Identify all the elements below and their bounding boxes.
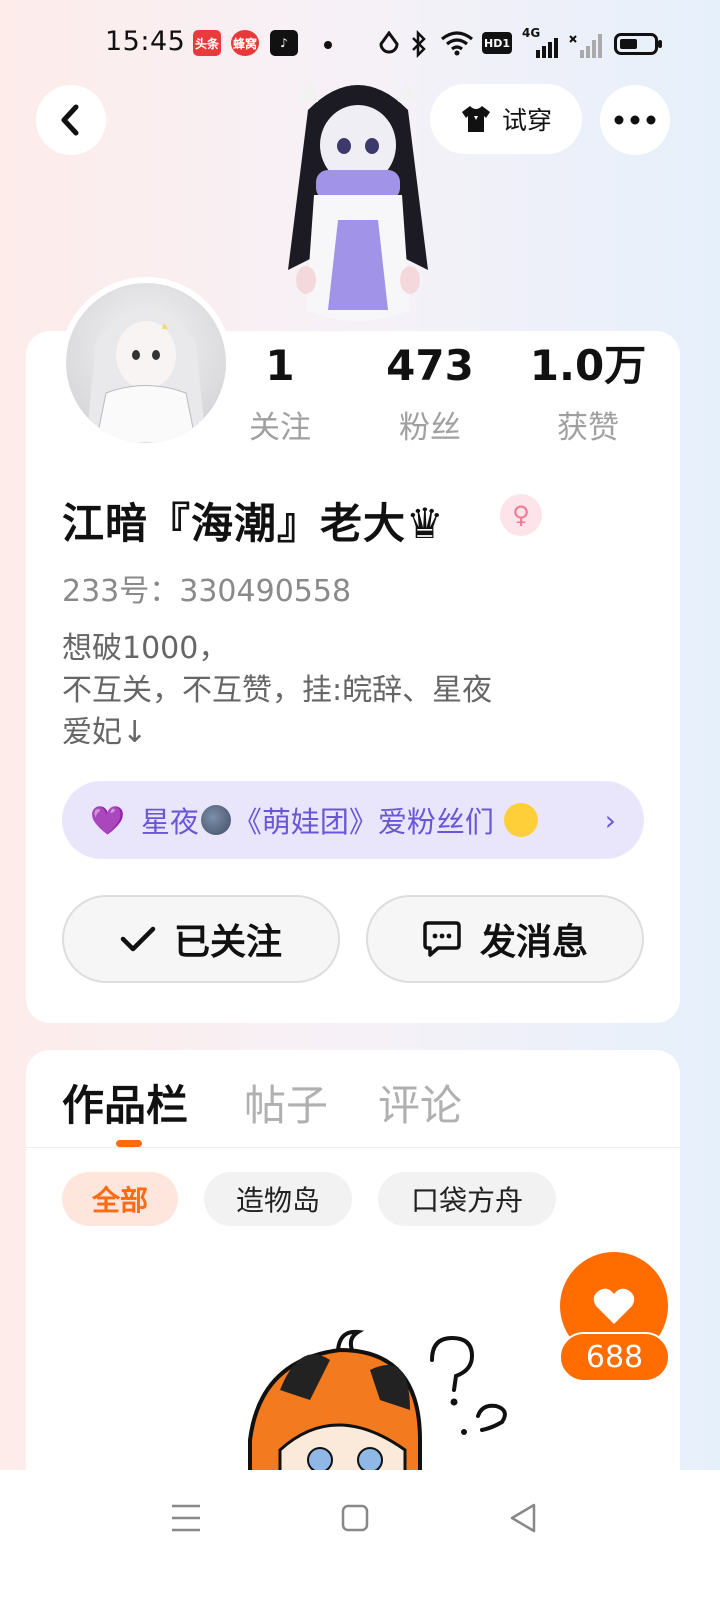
heart-icon: 💜: [90, 803, 125, 837]
fans-label: 粉丝: [399, 410, 461, 446]
tab-comments[interactable]: 评论: [378, 1072, 462, 1133]
status-time: 15:45: [105, 26, 186, 57]
active-tab-indicator: [116, 1140, 142, 1147]
try-on-button[interactable]: 试穿: [430, 84, 582, 154]
back-triangle-icon[interactable]: [508, 1500, 538, 1536]
like-count: 688: [559, 1332, 670, 1382]
user-id: 233号：330490558: [62, 574, 352, 609]
shirt-icon: [461, 106, 490, 132]
divider: [26, 1147, 680, 1148]
signal-icon: [536, 38, 558, 58]
fans-count: 473: [386, 341, 474, 390]
check-icon: [120, 926, 156, 952]
bio-line: 想破1000，: [62, 631, 229, 666]
back-button[interactable]: [36, 85, 106, 155]
stat-likes[interactable]: 1.0万 获赞: [518, 340, 658, 447]
notification-dot-icon: [324, 41, 332, 49]
try-on-label: 试穿: [501, 106, 552, 135]
stat-fans[interactable]: 473 粉丝: [360, 340, 500, 447]
tiktok-app-icon: ♪: [270, 30, 298, 56]
profile-name: 江暗『海潮』老大♛: [62, 499, 445, 548]
following-label: 关注: [249, 410, 311, 446]
tab-works[interactable]: 作品栏: [62, 1072, 188, 1133]
home-icon[interactable]: [340, 1500, 370, 1536]
female-gender-icon: ♀: [500, 494, 542, 536]
signal-2-icon: [569, 34, 602, 58]
chat-bubble-icon: [423, 921, 461, 957]
avatar-illustration: [86, 308, 206, 443]
kiss-emoji-icon: [503, 803, 538, 837]
likes-count: 1.0万: [529, 341, 647, 390]
chevron-right-icon: ›: [604, 803, 616, 837]
likes-label: 获赞: [557, 410, 619, 446]
fan-group-banner[interactable]: 💜 星夜 《萌娃团》爱粉丝们 ›: [62, 781, 644, 859]
avatar-3d-character[interactable]: [268, 70, 448, 335]
moon-face-icon: [200, 805, 231, 835]
tab-posts[interactable]: 帖子: [244, 1072, 328, 1133]
battery-icon: [614, 33, 662, 55]
heart-icon: [593, 1288, 635, 1324]
avatar[interactable]: [60, 277, 232, 449]
stat-following[interactable]: 1 关注: [210, 340, 350, 447]
more-options-button[interactable]: [600, 85, 670, 155]
fan-group-prefix: 星夜: [140, 805, 199, 839]
following-count: 1: [265, 341, 295, 390]
following-button-label: 已关注: [173, 922, 282, 963]
data-saver-icon: [379, 31, 399, 54]
bio: 想破1000， 不互关，不互赞，挂:皖辞、星夜 爱妃↓: [62, 628, 492, 754]
hd-indicator: HD1: [482, 32, 512, 54]
fan-group-suffix: 《萌娃团》爱粉丝们: [232, 805, 494, 839]
menu-icon[interactable]: [170, 1500, 202, 1536]
filter-chip-creation-island[interactable]: 造物岛: [204, 1172, 352, 1226]
toutiao-app-icon: 头条: [193, 30, 221, 56]
send-message-button[interactable]: 发消息: [366, 895, 644, 983]
chevron-left-icon: [61, 104, 79, 136]
bio-line: 爱妃↓: [62, 715, 148, 750]
fengwo-app-icon: 蜂窝: [231, 30, 259, 56]
bio-line: 不互关，不互赞，挂:皖辞、星夜: [62, 673, 493, 708]
send-message-label: 发消息: [479, 922, 588, 963]
following-button[interactable]: 已关注: [62, 895, 340, 983]
filter-chip-all[interactable]: 全部: [62, 1172, 178, 1226]
wifi-icon: [441, 31, 473, 56]
more-dots-icon: [614, 115, 656, 125]
bluetooth-icon: [412, 30, 426, 58]
filter-chip-pocket-ark[interactable]: 口袋方舟: [378, 1172, 556, 1226]
